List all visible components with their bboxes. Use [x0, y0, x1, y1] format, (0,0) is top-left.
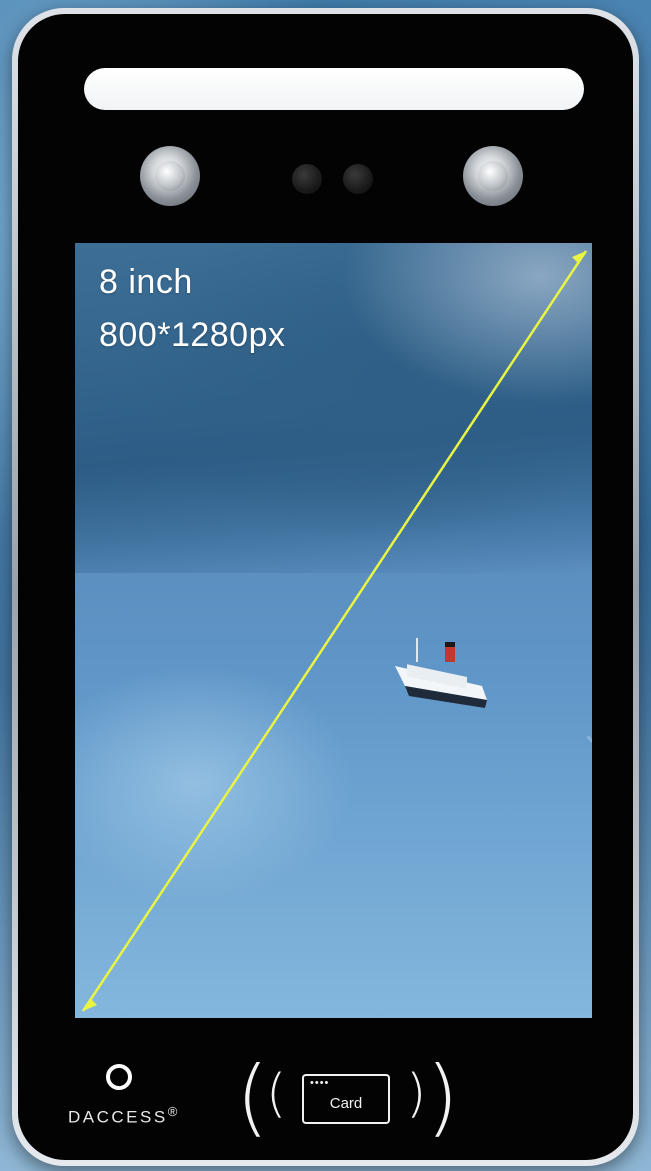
outer-wave-left-icon: (: [236, 1048, 269, 1146]
right-camera-lens-icon: [343, 164, 373, 194]
left-fill-light-icon: [140, 146, 200, 206]
screen-resolution-label: 800*1280px: [99, 316, 286, 354]
brand-text: DACCESS: [68, 1107, 168, 1127]
brand-logo: DACCESS®: [56, 1064, 206, 1127]
card-icon: •••• Card: [302, 1074, 390, 1124]
inner-wave-left-icon: (: [266, 1064, 287, 1124]
arrowhead-bottom-icon: [83, 998, 97, 1011]
card-dots: ••••: [310, 1077, 330, 1089]
device-bezel: 8 inch 800*1280px DACCESS® ( ( •••• Card: [18, 14, 633, 1160]
right-fill-light-icon: [463, 146, 523, 206]
fill-light-bar: [84, 68, 584, 110]
device-frame: 8 inch 800*1280px DACCESS® ( ( •••• Card: [12, 8, 639, 1166]
card-label: Card: [329, 1095, 363, 1112]
brand-name: DACCESS®: [68, 1104, 180, 1128]
registered-mark: ®: [167, 1104, 180, 1119]
left-camera-lens-icon: [292, 164, 322, 194]
arrowhead-top-icon: [572, 251, 586, 264]
screen-size-label: 8 inch: [99, 263, 193, 301]
diagonal-measure-line: [81, 250, 588, 1012]
left-fill-light-lens: [155, 161, 185, 191]
brand-mark-icon: [106, 1064, 132, 1090]
display-screen: 8 inch 800*1280px: [75, 243, 592, 1018]
inner-wave-right-icon: ): [406, 1064, 427, 1124]
product-background: 8 inch 800*1280px DACCESS® ( ( •••• Card: [0, 0, 651, 1171]
outer-wave-right-icon: ): [426, 1048, 459, 1146]
card-reader-area[interactable]: ( ( •••• Card ) ): [236, 1048, 459, 1146]
right-fill-light-lens: [478, 161, 508, 191]
